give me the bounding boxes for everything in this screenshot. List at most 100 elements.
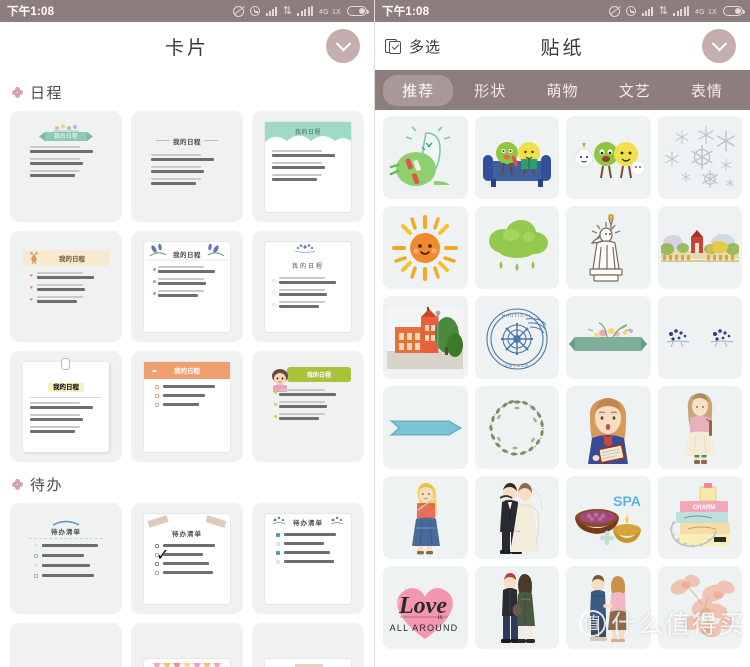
section-title-schedule: 日程 [30, 85, 64, 102]
status-bar-right: 下午1:08 ⇅ 4G 1X [375, 0, 750, 22]
checkbox-stack-icon [385, 38, 402, 55]
sticker-pink-blossoms[interactable] [657, 566, 742, 649]
schedule-card-green-banner[interactable]: 我的日程 [10, 111, 122, 222]
schedule-card-wreath[interactable]: 我的日程 ◇ ◇ ◇ [252, 231, 364, 342]
sticker-blue-sprigs[interactable] [657, 296, 742, 379]
status-time: 下午1:08 [7, 6, 55, 18]
card-title: 我的日程 [53, 133, 78, 140]
silent-mode-icon [232, 5, 244, 17]
sticker-teal-arrow-banner[interactable] [383, 386, 468, 469]
card-title: 我的日程 [174, 368, 200, 375]
blue-arc-icon [52, 520, 80, 526]
dual-signal-icon [673, 6, 690, 16]
left-collapse-button[interactable] [326, 29, 360, 63]
signal-bars-icon [641, 6, 653, 16]
card-title: 我的日程 [59, 255, 85, 263]
card-title: 我的日程 [173, 251, 201, 259]
card-title: 我的日程 [291, 263, 324, 270]
card-title: 待办清单 [51, 528, 81, 536]
schedule-card-girl[interactable]: 我的日程 [252, 351, 364, 462]
section-header-todo: 待办 [0, 462, 374, 503]
spa-label: SPA [613, 493, 641, 509]
right-panel-stickers: 下午1:08 ⇅ 4G 1X 多选 贴纸 推荐 形状 萌物 文艺 表情 NAUT… [375, 0, 750, 667]
svg-text:NAUTICAL: NAUTICAL [502, 313, 532, 318]
bunting-flags-icon [144, 659, 230, 667]
sticker-orange-building[interactable] [383, 296, 468, 379]
tab-recommended[interactable]: 推荐 [383, 74, 454, 106]
battery-icon [347, 6, 369, 16]
washi-tape-icon [205, 514, 227, 528]
data-transfer-icon: ⇅ [658, 4, 668, 17]
charm-label: CHARM [693, 505, 715, 511]
silent-mode-icon [608, 5, 620, 17]
dual-signal-icon [297, 6, 314, 16]
todo-card-tape-note[interactable] [252, 623, 364, 667]
alarm-icon [625, 6, 636, 16]
love-sub-label: ALL AROUND [390, 623, 459, 633]
sticker-couple-holding-hands[interactable] [566, 566, 651, 649]
schedule-card-deer[interactable]: 我的日程 ♥ ♥ ♥ [10, 231, 122, 342]
todo-card-mushroom[interactable]: 待办清单 [10, 623, 122, 667]
schedule-card-plain[interactable]: 我的日程 [131, 111, 243, 222]
sticker-wedding-couple[interactable] [474, 476, 559, 559]
washi-tape-icon [147, 514, 169, 528]
cloud-icon: ☁ [151, 367, 157, 374]
tab-cute[interactable]: 萌物 [527, 75, 597, 106]
schedule-card-clip[interactable]: 我的日程 [10, 351, 122, 462]
schedule-card-mint[interactable]: 我的日程 [252, 111, 364, 222]
sticker-blonde-woman[interactable] [383, 476, 468, 559]
network-type-label: 4G 1X [695, 9, 717, 16]
section-header-schedule: 日程 [0, 70, 374, 111]
card-title: 待办清单 [293, 519, 323, 527]
card-title: 待办清单 [172, 530, 202, 538]
cards-scroll-area[interactable]: 日程 我的日程 我的日程 我的日程 我的日程 ♥ ♥ ♥ 我的日程 我的日程 ◇… [0, 70, 374, 667]
sticker-spa-bowl[interactable]: SPA [566, 476, 651, 559]
sticker-snowflakes[interactable] [657, 116, 742, 199]
left-page-title: 卡片 [164, 37, 209, 59]
sticker-olive-wreath[interactable] [474, 386, 559, 469]
sticker-floral-ribbon[interactable] [566, 296, 651, 379]
sticker-green-monster-ghost[interactable] [383, 116, 468, 199]
sticker-nautical-stamp[interactable]: NAUTICAL VOYAGE [474, 296, 559, 379]
sticker-couple-on-sofa[interactable] [474, 116, 559, 199]
data-transfer-icon: ⇅ [282, 4, 292, 17]
sticker-couple-walking[interactable] [474, 566, 559, 649]
card-title: 我的日程 [294, 129, 321, 136]
todo-card-tape[interactable]: 待办清单 ✓ [131, 503, 243, 614]
card-title: 我的日程 [306, 372, 331, 379]
schedule-card-grid: 我的日程 我的日程 我的日程 我的日程 ♥ ♥ ♥ 我的日程 我的日程 ◇ ◇ … [0, 111, 374, 462]
sticker-grid: NAUTICAL VOYAGE SPA CHARM Love is ALL AR… [383, 116, 742, 649]
status-time: 下午1:08 [382, 6, 430, 18]
schedule-card-blue-floral[interactable]: 我的日程 [131, 231, 243, 342]
sticker-girl-in-dress[interactable] [657, 386, 742, 469]
sticker-scroll-area[interactable]: NAUTICAL VOYAGE SPA CHARM Love is ALL AR… [375, 110, 750, 667]
tab-shapes[interactable]: 形状 [455, 75, 525, 106]
right-collapse-button[interactable] [702, 29, 736, 63]
sticker-statue-of-liberty[interactable] [566, 206, 651, 289]
schedule-card-orange[interactable]: ☁ 我的日程 [131, 351, 243, 462]
flower-bullet-icon [12, 479, 23, 490]
chevron-down-icon [711, 35, 727, 51]
todo-card-blue-floral[interactable]: 待办清单 [252, 503, 364, 614]
left-panel-cards: 下午1:08 ⇅ 4G 1X 卡片 日程 我的日程 我的日程 我的日程 我的日程… [0, 0, 375, 667]
section-title-todo: 待办 [30, 477, 64, 494]
todo-card-dashed[interactable]: 待办清单 ✓ ✓ [10, 503, 122, 614]
network-type-label: 4G 1X [319, 9, 341, 16]
deer-icon [29, 251, 39, 264]
sticker-rain-cloud[interactable] [474, 206, 559, 289]
sticker-smiling-sun[interactable] [383, 206, 468, 289]
multi-select-button[interactable]: 多选 [385, 36, 441, 57]
sticker-girl-with-book[interactable] [566, 386, 651, 469]
todo-card-bunting[interactable]: 待办清单 [131, 623, 243, 667]
tab-emoji[interactable]: 表情 [672, 75, 742, 106]
sticker-fruit-friends[interactable] [566, 116, 651, 199]
sticker-love-heart[interactable]: Love is ALL AROUND [383, 566, 468, 649]
card-title: 我的日程 [173, 138, 201, 146]
sticker-perfume-books[interactable]: CHARM [657, 476, 742, 559]
card-title: 我的日程 [48, 382, 84, 392]
alarm-icon [249, 6, 260, 16]
sticker-cityscape[interactable] [657, 206, 742, 289]
tab-artsy[interactable]: 文艺 [600, 75, 670, 106]
paper-clip-icon [61, 357, 70, 370]
chevron-down-icon [335, 35, 351, 51]
